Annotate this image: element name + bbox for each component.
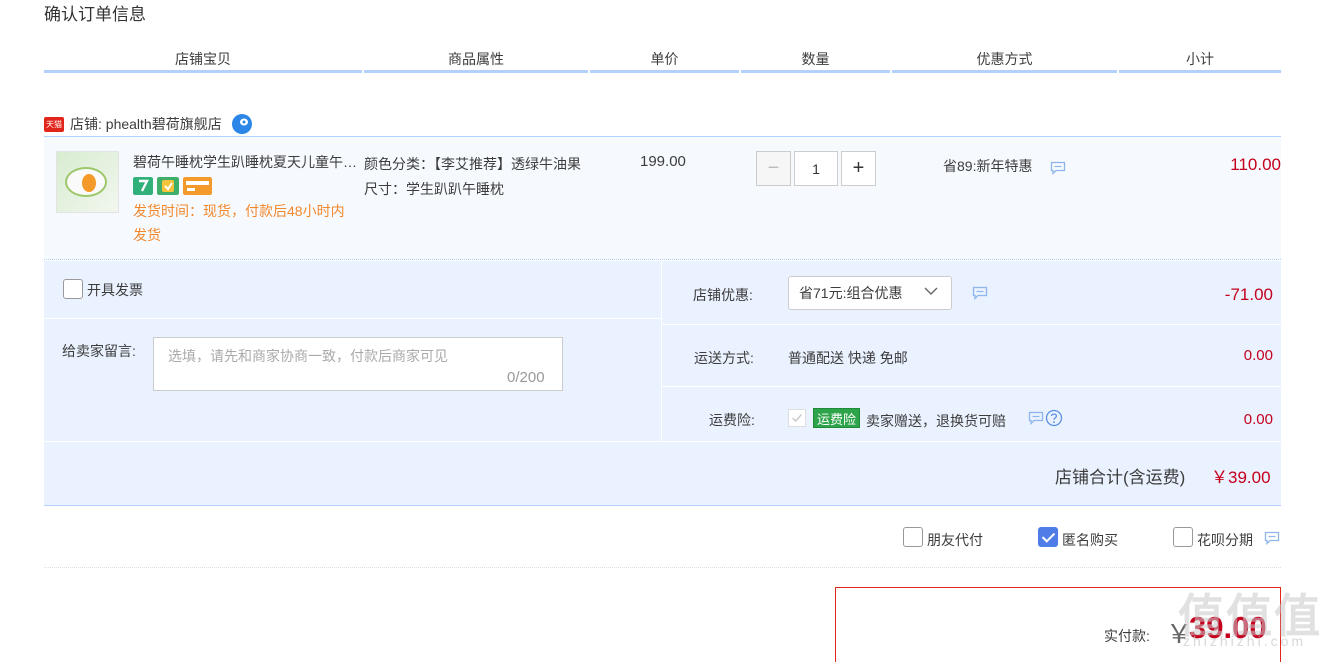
insurance-label: 运费险: <box>709 412 755 428</box>
col-header-price: 单价 <box>650 51 679 67</box>
shop-total-value: ￥39.00 <box>1211 468 1271 487</box>
delivery-method: 普通配送 快递 免邮 <box>788 350 908 366</box>
col-header-qty: 数量 <box>801 51 830 67</box>
quantity-stepper: − 1 + <box>756 151 876 186</box>
header-underline <box>590 70 739 73</box>
insurance-badge: 运费险 <box>813 408 861 428</box>
chat-bubble-icon[interactable] <box>1264 531 1280 545</box>
credit-card-icon <box>183 177 212 195</box>
shipping-time-note: 发货时间：现货，付款后48小时内发货 <box>133 203 345 243</box>
prop-color: 颜色分类：【李艾推荐】透绿牛油果 <box>364 156 581 172</box>
insurance-checkbox <box>788 409 806 427</box>
shop-discount-value: -71.00 <box>1224 285 1273 304</box>
shop-row: 天猫 店铺: phealth碧荷旗舰店 <box>44 112 253 136</box>
friend-pay-label: 朋友代付 <box>927 532 983 548</box>
product-props: 颜色分类：【李艾推荐】透绿牛油果 尺寸：学生趴趴午睡枕 <box>364 152 596 202</box>
anonymous-purchase-label: 匿名购买 <box>1062 532 1118 548</box>
payment-label: 实付款: <box>1104 628 1150 644</box>
page-title: 确认订单信息 <box>44 5 146 24</box>
friend-pay-checkbox[interactable] <box>903 527 923 547</box>
check-icon <box>792 413 802 423</box>
quantity-decrease-button[interactable]: − <box>756 151 791 186</box>
watermark-url: zhizhizhi.com <box>1183 633 1307 649</box>
divider <box>44 567 1281 568</box>
chat-bubble-icon[interactable] <box>1028 411 1044 425</box>
delivery-label: 运送方式: <box>694 350 754 366</box>
message-char-count: 0/200 <box>507 369 545 386</box>
delivery-row <box>662 325 1281 386</box>
guarantee-icon <box>157 177 179 195</box>
anonymous-purchase-checkbox[interactable] <box>1038 527 1058 547</box>
pillow-image-center <box>82 174 96 192</box>
header-underline <box>741 70 890 73</box>
col-header-props: 商品属性 <box>448 51 504 67</box>
huabei-installment-checkbox[interactable] <box>1173 527 1193 547</box>
item-subtotal: 110.00 <box>1230 155 1281 174</box>
shop-discount-selected: 省71元:组合优惠 <box>799 285 903 301</box>
message-label: 给卖家留言: <box>62 343 136 359</box>
quantity-increase-button[interactable]: + <box>841 151 876 186</box>
prop-size: 尺寸：学生趴趴午睡枕 <box>364 181 504 197</box>
col-header-item: 店铺宝贝 <box>175 51 231 67</box>
huabei-installment-label: 花呗分期 <box>1197 532 1253 548</box>
header-underline <box>44 70 362 73</box>
message-placeholder: 选填，请先和商家协商一致，付款后商家可见 <box>168 348 448 364</box>
seven-day-return-icon <box>133 177 153 195</box>
insurance-fee: 0.00 <box>1243 411 1273 428</box>
invoice-checkbox[interactable] <box>63 279 83 299</box>
wangwang-chat-icon[interactable] <box>231 113 253 135</box>
chevron-down-icon <box>924 287 938 295</box>
col-header-discount: 优惠方式 <box>976 51 1033 67</box>
tmall-logo: 天猫 <box>44 116 64 132</box>
product-title-link[interactable]: 碧荷午睡枕学生趴睡枕夏天儿童午休枕头趴趴枕 <box>133 152 358 172</box>
col-header-subtotal: 小计 <box>1186 51 1214 67</box>
quantity-input[interactable]: 1 <box>794 151 838 186</box>
item-promotion: 省89:新年特惠 <box>943 158 1033 174</box>
product-thumbnail[interactable] <box>56 151 119 213</box>
invoice-label: 开具发票 <box>87 282 143 298</box>
insurance-text: 卖家赠送，退换货可赔 <box>866 413 1006 429</box>
shop-discount-label: 店铺优惠: <box>693 287 753 303</box>
help-icon[interactable] <box>1045 409 1063 427</box>
unit-price: 199.00 <box>640 153 686 170</box>
chat-bubble-icon[interactable] <box>1050 161 1066 175</box>
shop-name-link[interactable]: 店铺: phealth碧荷旗舰店 <box>70 114 222 134</box>
divider <box>44 318 661 319</box>
delivery-fee: 0.00 <box>1243 347 1273 364</box>
header-underline <box>892 70 1117 73</box>
shop-total-label: 店铺合计(含运费) <box>1055 468 1186 487</box>
header-underline <box>364 70 588 73</box>
header-underline <box>1119 70 1281 73</box>
chat-bubble-icon[interactable] <box>972 286 988 300</box>
